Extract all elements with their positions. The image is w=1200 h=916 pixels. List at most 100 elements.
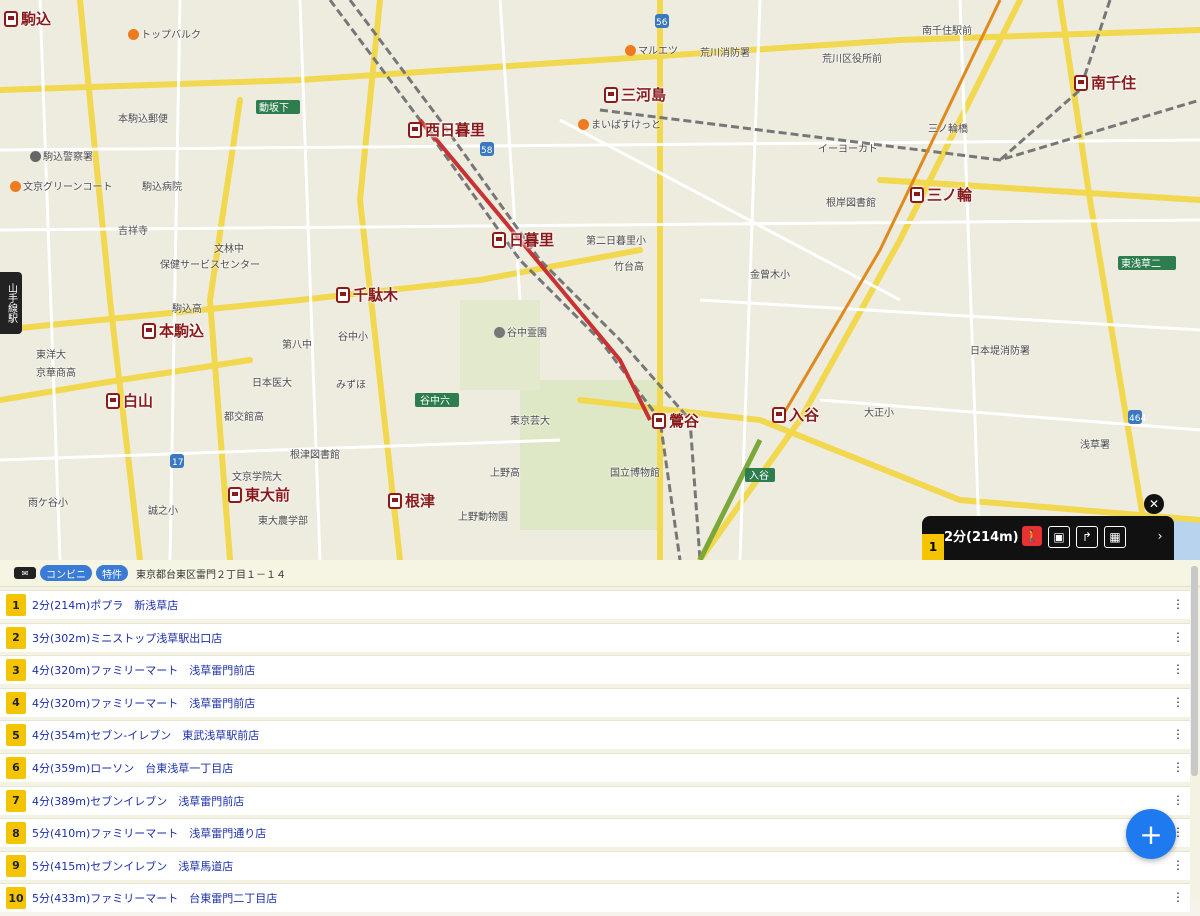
shop-icon <box>128 29 139 40</box>
svg-text:58: 58 <box>481 146 493 156</box>
train-icon <box>106 392 120 409</box>
svg-text:東浅草二: 東浅草二 <box>1121 257 1161 270</box>
poi: 大正小 <box>864 408 894 419</box>
poi: 駒込高 <box>172 304 202 315</box>
list-item[interactable]: 9 5分(415m)セブンイレブン 浅草馬道店 ⋮ <box>0 850 1190 880</box>
poi: 駒込警察署 <box>30 148 93 163</box>
station-uguisudani[interactable]: 鶯谷 <box>652 410 699 431</box>
list-item[interactable]: 5 4分(354m)セブン-イレブン 東武浅草駅前店 ⋮ <box>0 720 1190 750</box>
list-item[interactable]: 4 4分(320m)ファミリーマート 浅草雷門前店 ⋮ <box>0 687 1190 717</box>
train-icon <box>408 121 422 138</box>
poi: 金曾木小 <box>750 270 790 281</box>
add-button[interactable]: + <box>1126 809 1176 859</box>
close-icon[interactable]: ✕ <box>1144 494 1164 514</box>
train-icon <box>910 186 924 203</box>
poi: 東京芸大 <box>510 416 550 427</box>
poi: 第八中 <box>282 340 312 351</box>
poi: 誠之小 <box>148 506 178 517</box>
train-icon <box>604 86 618 103</box>
list-item[interactable]: 6 4分(359m)ローソン 台東浅草一丁目店 ⋮ <box>0 752 1190 782</box>
poi: 本駒込郵便 <box>118 114 168 125</box>
more-icon[interactable]: ⋮ <box>1172 662 1184 676</box>
poi: マルエツ <box>625 42 678 57</box>
shop-icon <box>578 119 589 130</box>
more-icon[interactable]: ⋮ <box>1172 890 1184 904</box>
more-icon[interactable]: ⋮ <box>1172 597 1184 611</box>
cemetery-icon <box>494 327 505 338</box>
poi: 保健サービスセンター <box>160 260 260 271</box>
turn-icon[interactable]: ↱ <box>1076 526 1098 548</box>
station-iriya[interactable]: 入谷 <box>772 404 819 425</box>
list-item[interactable]: 2 3分(302m)ミニストップ浅草駅出口店 ⋮ <box>0 622 1190 652</box>
filter-special[interactable]: 特件 <box>96 565 128 581</box>
station-hakusan[interactable]: 白山 <box>106 390 153 411</box>
list-item[interactable]: 1 2分(214m)ポプラ 新浅草店 ⋮ <box>0 590 1190 619</box>
more-icon[interactable]: ⋮ <box>1172 727 1184 741</box>
filter-convenience[interactable]: コンビニ <box>40 565 92 581</box>
svg-text:入谷: 入谷 <box>749 470 769 482</box>
station-nezu[interactable]: 根津 <box>388 490 435 511</box>
results-panel: ✉ コンビニ 特件 東京都台東区雷門２丁目１－１４ 1 2分(214m)ポプラ 新… <box>0 560 1200 913</box>
train-icon <box>1074 74 1088 91</box>
station-minowa[interactable]: 三ノ輪 <box>910 184 972 205</box>
more-icon[interactable]: ⋮ <box>1172 760 1184 774</box>
police-icon <box>30 151 41 162</box>
list-item[interactable]: 8 5分(410m)ファミリーマート 浅草雷門通り店 ⋮ <box>0 818 1190 848</box>
map-roads: 17 58 56 464 動坂下 谷中六 入谷 東浅草二 <box>0 0 1200 560</box>
more-icon[interactable]: ⋮ <box>1172 695 1184 709</box>
station-komagome[interactable]: 駒込 <box>4 8 51 29</box>
train-icon <box>4 10 18 27</box>
poi: 谷中霊園 <box>494 324 547 339</box>
poi: 荒川消防署 <box>700 48 750 59</box>
svg-text:464: 464 <box>1129 414 1146 424</box>
poi: 第二日暮里小 <box>586 236 646 247</box>
station-mikawashima[interactable]: 三河島 <box>604 84 666 105</box>
list-item[interactable]: 10 5分(433m)ファミリーマート 台東雷門二丁目店 ⋮ <box>0 883 1190 913</box>
map-view[interactable]: 17 58 56 464 動坂下 谷中六 入谷 東浅草二 山手線駅 駒込 三河島… <box>0 0 1200 560</box>
station-minami-senju[interactable]: 南千住 <box>1074 72 1136 93</box>
poi: 東洋大 <box>36 350 66 361</box>
train-icon[interactable]: ▣ <box>1048 526 1070 548</box>
svg-text:17: 17 <box>172 458 183 468</box>
train-icon <box>142 322 156 339</box>
poi: 雨ケ谷小 <box>28 498 68 509</box>
walk-icon[interactable]: 🚶 <box>1022 526 1042 546</box>
more-icon[interactable]: ⋮ <box>1172 858 1184 872</box>
train-icon <box>652 412 666 429</box>
poi: みずほ <box>336 380 366 391</box>
poi: 都交館高 <box>224 412 264 423</box>
list-item[interactable]: 3 4分(320m)ファミリーマート 浅草雷門前店 ⋮ <box>0 655 1190 685</box>
qr-icon[interactable]: ▦ <box>1104 526 1126 548</box>
more-icon[interactable]: ⋮ <box>1172 630 1184 644</box>
poi: 駒込病院 <box>142 182 182 193</box>
poi: イーヨーカド <box>818 144 878 155</box>
poi: 日本医大 <box>252 378 292 389</box>
more-icon[interactable]: ⋮ <box>1172 793 1184 807</box>
poi: 国立博物館 <box>610 468 660 479</box>
poi: 根岸図書館 <box>826 198 876 209</box>
route-summary-box[interactable]: 1 2分(214m) 🚶 ▣ ↱ ▦ › <box>922 516 1174 560</box>
mail-icon[interactable]: ✉ <box>14 567 36 579</box>
train-icon <box>336 286 350 303</box>
station-todaimae[interactable]: 東大前 <box>228 484 290 505</box>
poi: 竹台高 <box>614 262 644 273</box>
list-item[interactable]: 7 4分(389m)セブンイレブン 浅草雷門前店 ⋮ <box>0 785 1190 815</box>
poi: 京華商高 <box>36 368 76 379</box>
station-sendagi[interactable]: 千駄木 <box>336 284 398 305</box>
scrollbar[interactable] <box>1191 566 1198 776</box>
poi: 文林中 <box>214 244 244 255</box>
poi: 上野高 <box>490 468 520 479</box>
sidebar-tab[interactable]: 山手線駅 <box>0 272 22 334</box>
station-nishi-nippori[interactable]: 西日暮里 <box>408 119 485 140</box>
results-list: 1 2分(214m)ポプラ 新浅草店 ⋮ 2 3分(302m)ミニストップ浅草駅出口店… <box>0 590 1190 916</box>
train-icon <box>492 231 506 248</box>
poi: トップバルク <box>128 26 201 41</box>
poi: まいばすけっと <box>578 116 661 131</box>
poi: 上野動物園 <box>458 512 508 523</box>
station-hon-komagome[interactable]: 本駒込 <box>142 320 204 341</box>
station-nippori[interactable]: 日暮里 <box>492 229 554 250</box>
chevron-right-icon[interactable]: › <box>1150 526 1170 546</box>
poi: 谷中小 <box>338 332 368 343</box>
svg-text:56: 56 <box>656 18 668 28</box>
address: 東京都台東区雷門２丁目１－１４ <box>136 569 286 581</box>
